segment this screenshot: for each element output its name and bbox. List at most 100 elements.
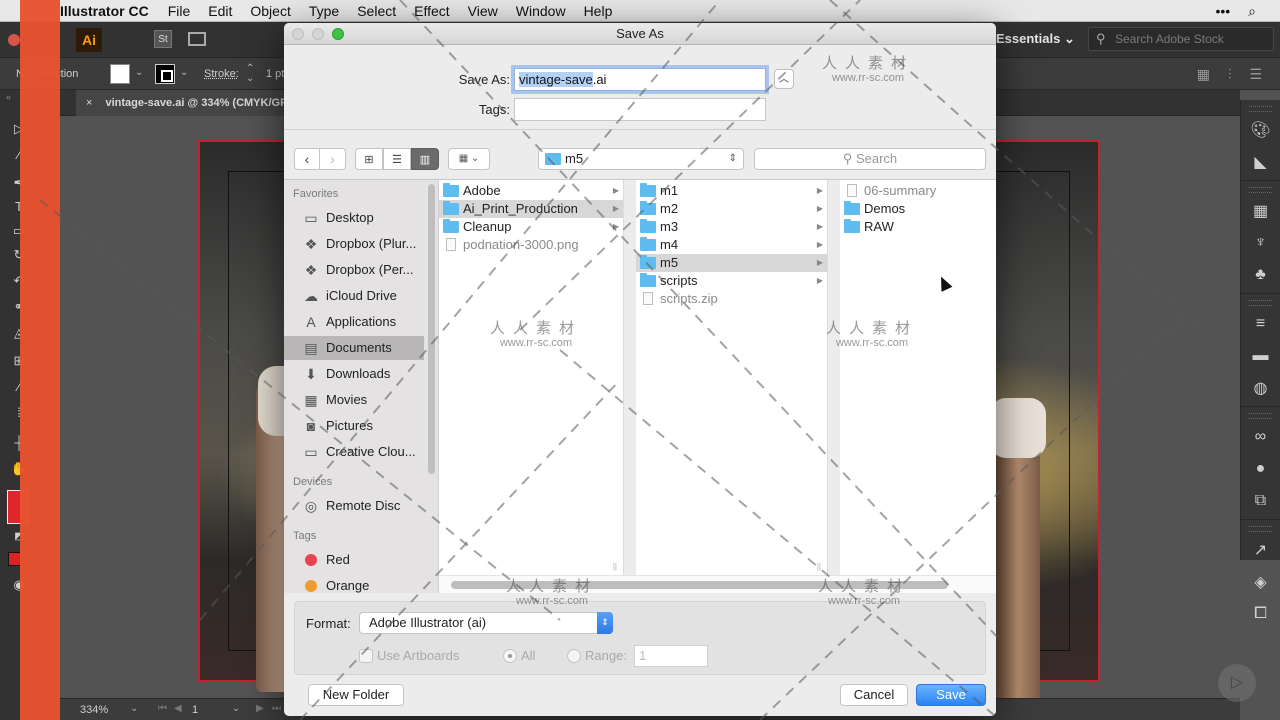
menu-app-name[interactable]: Illustrator CC (60, 3, 149, 19)
list-item[interactable]: RAW (840, 218, 996, 236)
appearance-icon[interactable]: ● (1241, 453, 1280, 485)
list-item[interactable]: 06-summary (840, 182, 996, 200)
zoom-window-button[interactable] (332, 28, 344, 40)
chevron-down-icon[interactable]: ⌄ (232, 703, 240, 714)
sidebar-item-desktop[interactable]: ▭ Desktop (284, 206, 424, 230)
first-artboard-icon[interactable]: ⏮ (158, 703, 167, 714)
transform-icon[interactable]: ⫶ (1228, 66, 1232, 83)
stroke-swatch[interactable] (155, 64, 175, 84)
range-input[interactable]: 1 (634, 645, 708, 667)
previous-artboard-icon[interactable]: ◀ (174, 703, 182, 714)
dock-grip[interactable] (1249, 413, 1272, 419)
chevron-down-icon[interactable]: ⌄ (130, 703, 138, 714)
spotlight-search-icon[interactable]: ⌕ (1248, 3, 1256, 20)
stroke-weight-field[interactable]: 1 pt (266, 68, 284, 80)
align-icon[interactable]: ▦ (1197, 66, 1210, 83)
use-artboards-checkbox[interactable]: Use Artboards (359, 648, 459, 663)
list-item[interactable]: Adobe ▶ (439, 182, 623, 200)
filename-input[interactable]: vintage-save.ai (514, 68, 766, 91)
sidebar-item-remote-disc[interactable]: ◎ Remote Disc (284, 494, 424, 518)
menu-object[interactable]: Object (241, 3, 299, 19)
all-radio[interactable]: All (503, 648, 535, 663)
cancel-button[interactable]: Cancel (840, 684, 908, 706)
list-item[interactable]: m3 ▶ (636, 218, 827, 236)
next-artboard-icon[interactable]: ▶ (256, 703, 264, 714)
list-item[interactable]: m2 ▶ (636, 200, 827, 218)
transparency-icon[interactable]: ◍ (1241, 372, 1280, 404)
column-resize-handle[interactable]: || (817, 562, 821, 571)
menu-file[interactable]: File (159, 3, 200, 19)
dock-grip[interactable] (1249, 187, 1272, 193)
horizontal-scroll-thumb[interactable] (451, 581, 948, 589)
list-view-button[interactable]: ☰ (383, 148, 411, 170)
color-guide-icon[interactable]: ◣ (1241, 146, 1280, 178)
panel-menu-icon[interactable]: ☰ (1249, 66, 1262, 83)
save-button[interactable]: Save (916, 684, 986, 706)
icon-view-button[interactable]: ⊞ (355, 148, 383, 170)
list-item[interactable]: Demos (840, 200, 996, 218)
minimize-window-button[interactable] (312, 28, 324, 40)
chevron-down-icon[interactable]: ⌄ (135, 67, 143, 78)
new-folder-button[interactable]: New Folder (308, 684, 404, 706)
artboard-number[interactable]: 1 (192, 704, 198, 716)
stroke-label[interactable]: Stroke: (204, 68, 239, 80)
sidebar-tag-orange[interactable]: Orange (284, 574, 424, 598)
forward-button[interactable]: › (320, 148, 346, 170)
menu-effect[interactable]: Effect (405, 3, 459, 19)
list-item[interactable]: m5 ▶ (636, 254, 827, 272)
close-tab-icon[interactable]: × (86, 97, 92, 109)
column-view-button[interactable]: ▥ (411, 148, 439, 170)
sidebar-tag-red[interactable]: Red (284, 548, 424, 572)
layers-icon[interactable]: ◈ (1241, 566, 1280, 598)
menu-select[interactable]: Select (348, 3, 405, 19)
brushes-icon[interactable]: ♆ (1241, 227, 1280, 259)
format-select[interactable]: Adobe Illustrator (ai) ⇕ (359, 612, 613, 634)
stock-icon[interactable]: St (154, 30, 172, 48)
collapse-icon[interactable]: « (6, 92, 11, 102)
column-resize-handle[interactable]: || (613, 562, 617, 571)
sidebar-item-creative-cloud[interactable]: ▭ Creative Clou... (284, 440, 424, 464)
menu-type[interactable]: Type (300, 3, 348, 19)
horizontal-scrollbar[interactable] (439, 575, 996, 593)
stroke-stepper[interactable]: ⌃ ⌄ (246, 64, 254, 84)
location-popup[interactable]: m5 ⇕ (538, 148, 744, 170)
list-item[interactable]: m1 ▶ (636, 182, 827, 200)
list-item[interactable]: m4 ▶ (636, 236, 827, 254)
list-item[interactable]: Ai_Print_Production ▶ (439, 200, 623, 218)
range-radio[interactable]: Range: (567, 648, 627, 663)
sidebar-item-downloads[interactable]: ⬇ Downloads (284, 362, 424, 386)
back-button[interactable]: ‹ (294, 148, 320, 170)
stroke-panel-icon[interactable]: ≡ (1241, 308, 1280, 340)
list-item[interactable]: Cleanup ▶ (439, 218, 623, 236)
chevron-down-icon[interactable]: ⌄ (180, 67, 188, 78)
more-icon[interactable]: ••• (1215, 3, 1230, 19)
export-icon[interactable]: ↗ (1241, 534, 1280, 566)
artboards-icon[interactable]: ⧠ (1241, 598, 1280, 630)
arrange-documents-icon[interactable] (188, 32, 206, 46)
sidebar-item-applications[interactable]: A Applications (284, 310, 424, 334)
menu-view[interactable]: View (459, 3, 507, 19)
sidebar-item-movies[interactable]: ▦ Movies (284, 388, 424, 412)
color-palette-icon[interactable]: 🎨︎ (1241, 114, 1280, 146)
arrange-button[interactable]: ▦ ⌄ (448, 148, 490, 170)
dock-grip[interactable] (1249, 526, 1272, 532)
menu-help[interactable]: Help (575, 3, 622, 19)
sidebar-item-icloud-drive[interactable]: ☁ iCloud Drive (284, 284, 424, 308)
list-item[interactable]: scripts.zip (636, 290, 827, 308)
menu-edit[interactable]: Edit (199, 3, 241, 19)
list-item[interactable]: podnation-3000.png (439, 236, 623, 254)
play-icon[interactable]: ▷ (1218, 664, 1256, 702)
search-input[interactable]: ⚲ Search (754, 148, 986, 170)
sidebar-scrollbar[interactable] (428, 184, 435, 474)
close-window-button[interactable] (292, 28, 304, 40)
zoom-level[interactable]: 334% (80, 704, 108, 716)
collapse-dialog-button[interactable]: ︿ (774, 69, 794, 89)
graphic-styles-icon[interactable]: ⧉ (1241, 485, 1280, 517)
fill-swatch[interactable] (110, 64, 130, 84)
sidebar-item-dropbox-per[interactable]: ❖ Dropbox (Per... (284, 258, 424, 282)
gradient-icon[interactable]: ▬ (1241, 340, 1280, 372)
sidebar-item-documents[interactable]: ▤ Documents (284, 336, 424, 360)
sidebar-item-dropbox-plur[interactable]: ❖ Dropbox (Plur... (284, 232, 424, 256)
list-item[interactable]: scripts ▶ (636, 272, 827, 290)
menu-window[interactable]: Window (507, 3, 575, 19)
